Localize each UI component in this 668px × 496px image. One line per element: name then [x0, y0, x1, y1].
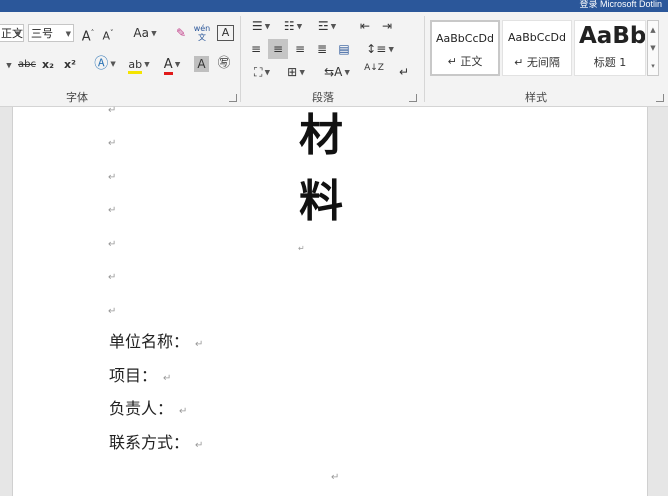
strikethrough-button[interactable]: abc: [16, 57, 38, 73]
char-spacing-icon[interactable]: ⇆A ▼: [322, 64, 352, 80]
grow-font-icon[interactable]: A˄: [80, 25, 96, 44]
char-shading-icon[interactable]: A: [194, 56, 209, 72]
borders-icon[interactable]: ⊞ ▼: [282, 64, 310, 80]
paragraph-mark: ↵: [195, 339, 204, 350]
font-dialog-launcher-icon[interactable]: [229, 94, 237, 102]
line-spacing-icon[interactable]: ↕≡ ▼: [366, 41, 394, 57]
paragraph-mark: ↵: [108, 105, 117, 116]
subscript-button[interactable]: x₂: [40, 57, 56, 73]
paragraph-mark: ↵: [108, 205, 117, 216]
field-person-in-charge: 负责人： ↵: [109, 399, 187, 422]
styles-group-label: 样式: [525, 91, 547, 104]
scroll-up-icon[interactable]: ▲: [648, 21, 658, 39]
paragraph-dialog-launcher-icon[interactable]: [409, 94, 417, 102]
title-char-2: 料: [299, 176, 343, 227]
field-label: 单位名称：: [109, 332, 190, 351]
style-item-no-spacing[interactable]: AaBbCcDd ↵ 无间隔: [502, 20, 572, 76]
paragraph-mark: ↵: [331, 472, 340, 483]
paragraph-mark: ↵: [163, 373, 172, 384]
phonetic-guide-icon[interactable]: wén 文: [193, 24, 211, 42]
change-case-label: Aa: [133, 26, 149, 40]
style-preview: AaBb: [579, 23, 645, 49]
document-area: ↵ ↵ ↵ ↵ ↵ ↵ ↵ 材 料 ↵ 单位名称： ↵ 项目： ↵ 负责人： ↵ 联系…: [0, 105, 668, 496]
more-styles-icon[interactable]: ▾: [648, 57, 658, 75]
style-name: ↵ 无间隔: [514, 56, 560, 69]
style-name: ↵ 正文: [447, 55, 483, 68]
style-name: 标题 1: [593, 56, 627, 69]
highlight-color-icon[interactable]: ab ▼: [124, 56, 154, 74]
paragraph-group-label: 段落: [312, 91, 334, 104]
shrink-font-icon[interactable]: A˅: [100, 25, 116, 43]
styles-dialog-launcher-icon[interactable]: [656, 94, 664, 102]
field-label: 项目：: [109, 366, 158, 385]
field-label: 联系方式：: [109, 433, 190, 452]
increase-indent-icon[interactable]: ⇥: [378, 18, 396, 34]
clear-format-icon[interactable]: ✎: [172, 25, 190, 41]
sort-label: A↓Z: [364, 63, 384, 73]
field-contact: 联系方式： ↵: [109, 433, 203, 456]
paragraph-mark: ↵: [108, 306, 117, 317]
group-divider: [424, 16, 425, 102]
paragraph-mark: ↵: [195, 440, 204, 451]
bullets-icon[interactable]: ☰ ▼: [248, 18, 274, 34]
change-case-button[interactable]: Aa ▼: [130, 25, 160, 41]
font-size-value: 三号: [31, 27, 53, 40]
align-center-icon[interactable]: ≡: [268, 39, 288, 59]
justify-icon[interactable]: ≣: [314, 41, 330, 57]
style-item-normal[interactable]: AaBbCcDd ↵ 正文: [430, 20, 500, 76]
field-unit-name: 单位名称： ↵: [109, 332, 203, 355]
shading-icon[interactable]: ⛶ ▼: [248, 64, 276, 80]
account-label[interactable]: 登录 Microsoft Dotlin: [579, 0, 662, 10]
title-char-1: 材: [299, 110, 343, 161]
enclose-char-icon[interactable]: ㊢: [216, 56, 232, 72]
font-name-combo[interactable]: 正文 ▼: [0, 24, 24, 42]
styles-scroller[interactable]: ▲ ▼ ▾: [647, 20, 659, 76]
field-label: 负责人：: [109, 399, 174, 418]
font-group-label: 字体: [66, 91, 88, 104]
style-item-heading-1[interactable]: AaBb 标题 1: [574, 20, 646, 76]
paragraph-mark: ↵: [108, 239, 117, 250]
title-bar: 登录 Microsoft Dotlin: [0, 0, 668, 12]
char-border-icon[interactable]: A: [217, 25, 234, 41]
sort-icon[interactable]: A↓Z: [364, 64, 384, 80]
chevron-down-icon: ▼: [65, 30, 71, 38]
show-marks-icon[interactable]: ↵: [396, 64, 412, 80]
field-project: 项目： ↵: [109, 366, 171, 389]
chevron-down-icon[interactable]: ▼: [4, 57, 14, 73]
paragraph-mark: ↵: [108, 172, 117, 183]
distributed-icon[interactable]: ▤: [336, 41, 352, 57]
paragraph-mark: ↵: [108, 138, 117, 149]
paragraph-mark: ↵: [108, 272, 117, 283]
chevron-down-icon: ▼: [15, 30, 21, 38]
text-effects-icon[interactable]: Ⓐ ▼: [92, 56, 118, 72]
font-color-icon[interactable]: A ▼: [157, 56, 187, 75]
vertical-scrollbar[interactable]: [652, 107, 668, 496]
align-left-icon[interactable]: ≡: [248, 41, 264, 57]
document-page[interactable]: ↵ ↵ ↵ ↵ ↵ ↵ ↵ 材 料 ↵ 单位名称： ↵ 项目： ↵ 负责人： ↵ 联系…: [12, 105, 648, 496]
multilevel-list-icon[interactable]: ☲ ▼: [312, 18, 342, 34]
font-size-combo[interactable]: 三号 ▼: [28, 24, 74, 42]
paragraph-mark: ↵: [179, 406, 188, 417]
scroll-down-icon[interactable]: ▼: [648, 39, 658, 57]
ribbon: 正文 ▼ 三号 ▼ A˄ A˅ Aa ▼ ✎ wén 文 A ▼ abc x₂ x²…: [0, 12, 668, 107]
decrease-indent-icon[interactable]: ⇤: [356, 18, 374, 34]
paragraph-mark: ↵: [298, 244, 305, 253]
numbering-icon[interactable]: ☷ ▼: [280, 18, 306, 34]
style-preview: AaBbCcDd: [436, 32, 494, 45]
align-right-icon[interactable]: ≡: [292, 41, 308, 57]
superscript-button[interactable]: x²: [62, 57, 78, 73]
group-divider: [240, 16, 241, 102]
style-preview: AaBbCcDd: [508, 31, 566, 44]
